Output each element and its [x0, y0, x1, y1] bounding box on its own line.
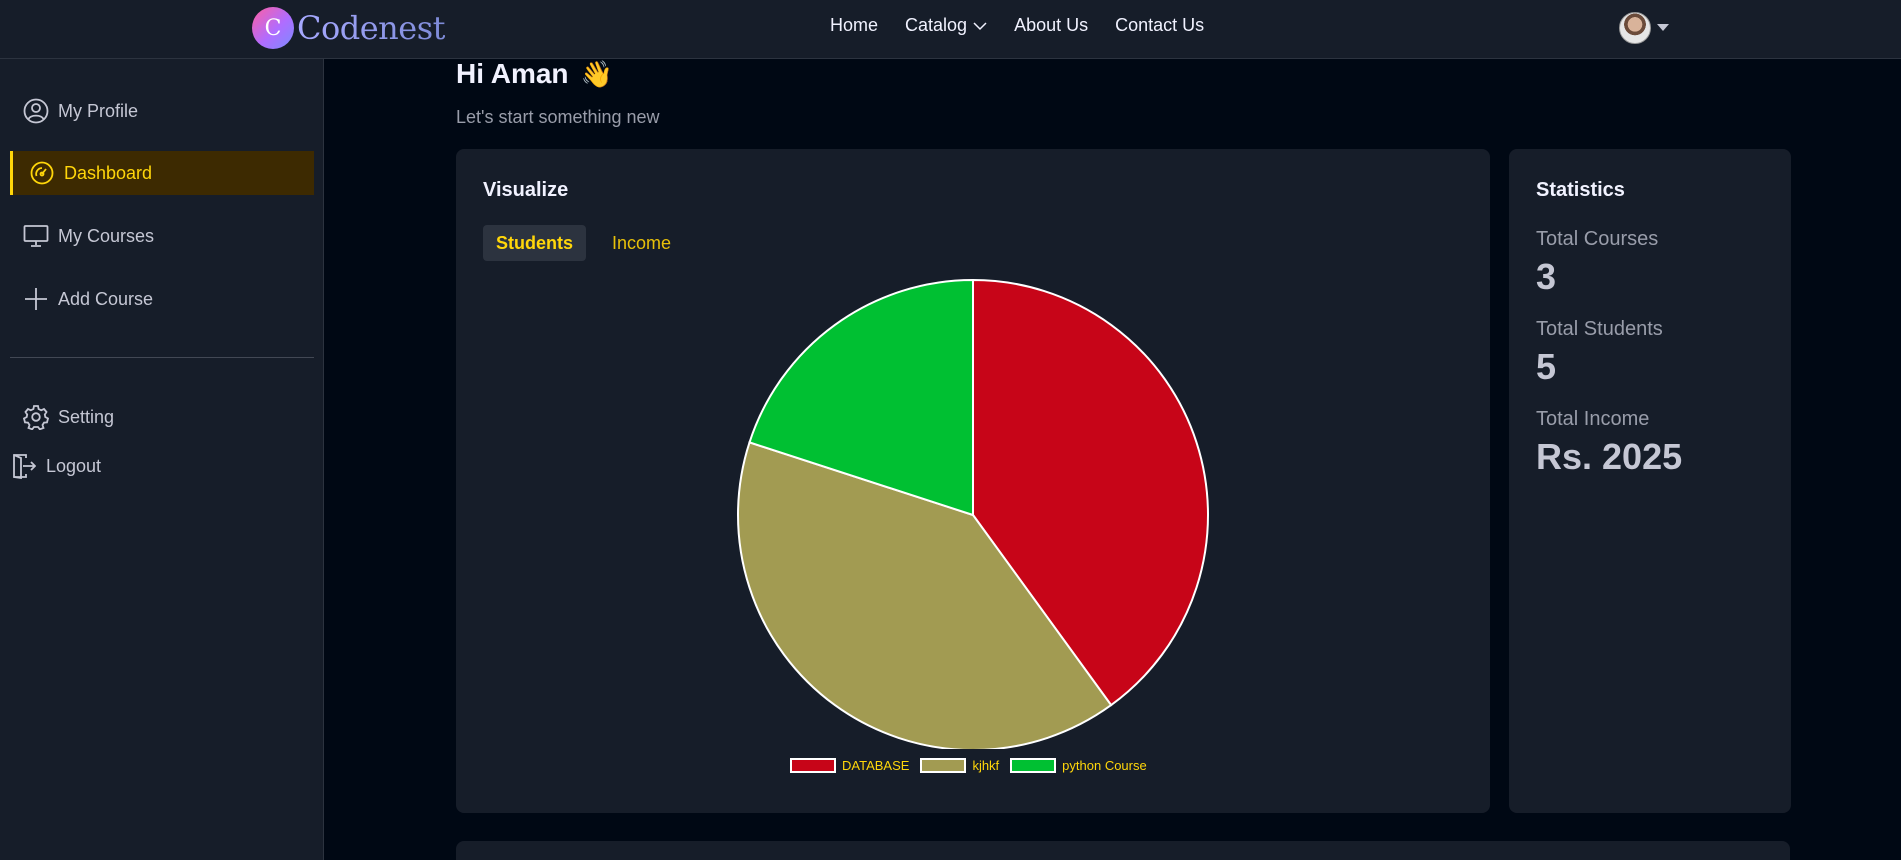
legend-swatch: [920, 758, 967, 773]
top-navbar: C Codenest Home Catalog About Us Contact…: [0, 0, 1901, 59]
stat-label-total-students: Total Students: [1536, 318, 1663, 340]
brand-logo[interactable]: C Codenest: [252, 6, 446, 50]
legend-swatch: [1010, 758, 1057, 773]
nav-contact-label: Contact Us: [1115, 15, 1205, 35]
sidebar-item-label: Logout: [46, 455, 102, 476]
caret-down-icon: [1657, 19, 1669, 37]
page-subtitle: Let's start something new: [456, 107, 660, 127]
courses-card: [456, 841, 1790, 860]
sidebar-item-label: Dashboard: [64, 162, 153, 183]
sidebar-item-add-course[interactable]: Add Course: [10, 277, 314, 321]
logout-icon: [10, 452, 38, 480]
pie-chart: [737, 278, 1209, 749]
nav-about-link[interactable]: About Us: [1014, 15, 1088, 36]
legend-label: python Course: [1062, 758, 1147, 773]
stat-value-total-income: Rs. 2025: [1536, 436, 1683, 477]
sidebar-item-my-courses[interactable]: My Courses: [10, 214, 314, 258]
legend-label: kjhkf: [972, 758, 1000, 773]
nav-catalog-link[interactable]: Catalog: [905, 15, 987, 36]
sidebar-item-my-profile[interactable]: My Profile: [10, 89, 314, 133]
visualize-card: Visualize Students Income DATABASE kjhkf p…: [456, 149, 1490, 813]
legend-item-database[interactable]: DATABASE: [790, 758, 909, 773]
nav-home-link[interactable]: Home: [830, 15, 878, 36]
sidebar-item-logout[interactable]: Logout: [10, 444, 314, 488]
logo-badge: C: [252, 7, 294, 49]
sidebar-item-dashboard[interactable]: Dashboard: [10, 151, 314, 195]
sidebar-item-label: My Courses: [58, 225, 155, 246]
stat-label-total-income: Total Income: [1536, 408, 1650, 430]
nav-home-label: Home: [830, 15, 879, 35]
sidebar-item-label: Add Course: [58, 288, 154, 309]
nav-contact-link[interactable]: Contact Us: [1115, 15, 1204, 36]
stat-value-total-students: 5: [1536, 346, 1557, 387]
gauge-icon: [28, 159, 56, 187]
chart-legend: DATABASE kjhkf python Course: [790, 758, 1158, 773]
sidebar-divider: [10, 357, 314, 358]
chevron-down-icon: [973, 21, 987, 31]
legend-label: DATABASE: [842, 758, 910, 773]
plus-icon: [22, 285, 50, 313]
sidebar-item-label: My Profile: [58, 100, 139, 121]
stat-label-total-courses: Total Courses: [1536, 228, 1659, 250]
sidebar-item-label: Setting: [58, 406, 115, 427]
wave-emoji: 👋: [580, 58, 613, 89]
user-circle-icon: [22, 97, 50, 125]
stat-value-total-courses: 3: [1536, 256, 1557, 297]
sidebar-item-setting[interactable]: Setting: [10, 395, 314, 439]
nav-catalog-label: Catalog: [905, 15, 968, 35]
brand-name: Codenest: [297, 6, 446, 50]
legend-swatch: [790, 758, 836, 773]
sidebar: My Profile Dashboard My Courses Add Cour…: [0, 59, 324, 860]
statistics-card: Statistics Total Courses 3 Total Student…: [1509, 149, 1791, 813]
profile-dropdown[interactable]: [1619, 12, 1669, 44]
avatar: [1619, 12, 1651, 44]
monitor-icon: [22, 222, 50, 250]
statistics-title: Statistics: [1536, 179, 1625, 201]
legend-item-kjhkf[interactable]: kjhkf: [920, 758, 999, 773]
page-title: Hi Aman 👋: [456, 58, 613, 90]
nav-about-label: About Us: [1014, 15, 1089, 35]
nav-links: Home Catalog About Us Contact Us: [830, 15, 1204, 36]
gear-icon: [22, 403, 50, 431]
greeting-text: Hi Aman: [456, 58, 569, 89]
legend-item-python-course[interactable]: python Course: [1010, 758, 1147, 773]
